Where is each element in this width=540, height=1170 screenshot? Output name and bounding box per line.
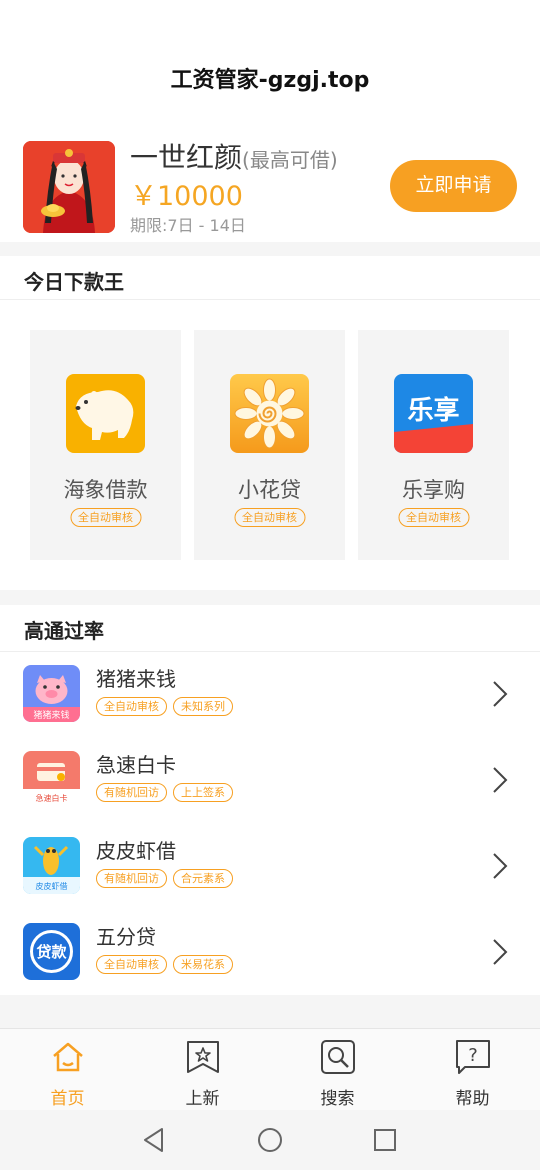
tab-help[interactable]: ? 帮助 (405, 1029, 540, 1111)
list-item-tags: 全自动审核 米易花系 (96, 955, 233, 974)
apply-now-button[interactable]: 立即申请 (390, 160, 517, 212)
king-card-tag: 全自动审核 (398, 508, 469, 527)
tab-label: 首页 (50, 1089, 85, 1109)
loan-icon-text: 贷款 (36, 943, 67, 961)
high-pass-section: 高通过率 猪猪来钱 猪猪来钱 全自动审核 未知系列 急速白卡 急速白卡 有随机回… (0, 605, 540, 995)
tab-label: 帮助 (455, 1089, 490, 1109)
bottom-tab-bar: 首页 上新 搜索 ? 帮助 (0, 1028, 540, 1110)
flower-icon (230, 374, 309, 453)
tab-home[interactable]: 首页 (0, 1029, 135, 1111)
list-item-tags: 有随机回访 上上签系 (96, 783, 233, 802)
home-circle-icon[interactable] (256, 1126, 284, 1154)
list-item-tags: 有随机回访 合元素系 (96, 869, 233, 888)
tab-new[interactable]: 上新 (135, 1029, 270, 1111)
featured-name-text: 一世红颜 (130, 141, 243, 174)
list-item-tag: 有随机回访 (96, 869, 167, 888)
list-item-tag: 上上签系 (173, 783, 233, 802)
section-divider (0, 651, 540, 652)
tab-label: 上新 (185, 1089, 220, 1109)
tab-search[interactable]: 搜索 (270, 1029, 405, 1111)
list-item-tag: 合元素系 (173, 869, 233, 888)
section-title-king: 今日下款王 (24, 270, 124, 294)
list-item-name: 五分贷 (96, 925, 156, 949)
list-item-tag: 未知系列 (173, 697, 233, 716)
page-title: 工资管家-gzgj.top (170, 68, 370, 93)
section-title-pass: 高通过率 (24, 619, 104, 643)
lexiang-icon-text: 乐享 (407, 395, 459, 426)
featured-name-sub: (最高可借) (242, 148, 338, 172)
home-icon (52, 1042, 83, 1072)
king-card-tag: 全自动审核 (70, 508, 141, 527)
chevron-right-icon (493, 939, 508, 965)
featured-amount: ￥10000 (130, 181, 243, 212)
fortune-god-icon (23, 141, 115, 233)
shrimp-icon-text: 皮皮虾借 (36, 881, 68, 891)
king-card-name: 乐享购 (402, 478, 465, 502)
list-item-zhuzhu[interactable]: 猪猪来钱 猪猪来钱 全自动审核 未知系列 (0, 653, 540, 739)
pig-icon: 猪猪来钱 (23, 665, 80, 722)
list-item-name: 急速白卡 (96, 753, 176, 777)
featured-avatar (23, 141, 115, 233)
featured-loan[interactable]: 一世红颜(最高可借) ￥10000 期限:7日 - 14日 立即申请 (0, 122, 540, 242)
list-item-tag: 全自动审核 (96, 697, 167, 716)
chevron-right-icon (493, 853, 508, 879)
list-item-tag: 米易花系 (173, 955, 233, 974)
list-item-name: 皮皮虾借 (96, 839, 176, 863)
list-item-tag: 全自动审核 (96, 955, 167, 974)
polar-bear-icon (66, 374, 145, 453)
chevron-right-icon (493, 681, 508, 707)
king-card-tag: 全自动审核 (234, 508, 305, 527)
tab-label: 搜索 (320, 1089, 355, 1109)
featured-name: 一世红颜(最高可借) (130, 136, 338, 176)
bookmark-star-icon (186, 1041, 219, 1073)
shrimp-icon: 皮皮虾借 (23, 837, 80, 894)
app-header: 工资管家-gzgj.top (0, 0, 540, 122)
recents-icon[interactable] (371, 1126, 399, 1154)
list-item-pipixia[interactable]: 皮皮虾借 皮皮虾借 有随机回访 合元素系 (0, 825, 540, 911)
lexiang-icon: 乐享 (394, 374, 473, 453)
back-icon[interactable] (140, 1126, 168, 1154)
list-item-wufendai[interactable]: 贷款 五分贷 全自动审核 米易花系 (0, 911, 540, 997)
chevron-right-icon (493, 767, 508, 793)
list-item-tags: 全自动审核 未知系列 (96, 697, 233, 716)
king-card-name: 海象借款 (63, 478, 148, 502)
king-card-haixiang[interactable]: 海象借款 全自动审核 (30, 330, 181, 560)
help-icon: ? (455, 1040, 490, 1074)
king-card-name: 小花贷 (238, 478, 301, 502)
card-icon: 急速白卡 (23, 751, 80, 808)
king-card-xiaohua[interactable]: 小花贷 全自动审核 (194, 330, 345, 560)
search-icon (320, 1040, 355, 1074)
system-nav-bar (0, 1110, 540, 1170)
today-king-section: 今日下款王 海象借款 全自动审核 小花贷 全自动审核 乐享 乐享购 全自动审核 (0, 256, 540, 590)
list-item-tag: 有随机回访 (96, 783, 167, 802)
loan-icon: 贷款 (23, 923, 80, 980)
list-item-jisu[interactable]: 急速白卡 急速白卡 有随机回访 上上签系 (0, 739, 540, 825)
card-icon-text: 急速白卡 (36, 793, 68, 803)
pig-icon-text: 猪猪来钱 (33, 709, 69, 721)
king-card-lexiang[interactable]: 乐享 乐享购 全自动审核 (358, 330, 509, 560)
help-icon-text: ? (468, 1045, 478, 1066)
featured-term: 期限:7日 - 14日 (130, 216, 246, 235)
section-divider (0, 299, 540, 300)
list-item-name: 猪猪来钱 (96, 667, 176, 691)
